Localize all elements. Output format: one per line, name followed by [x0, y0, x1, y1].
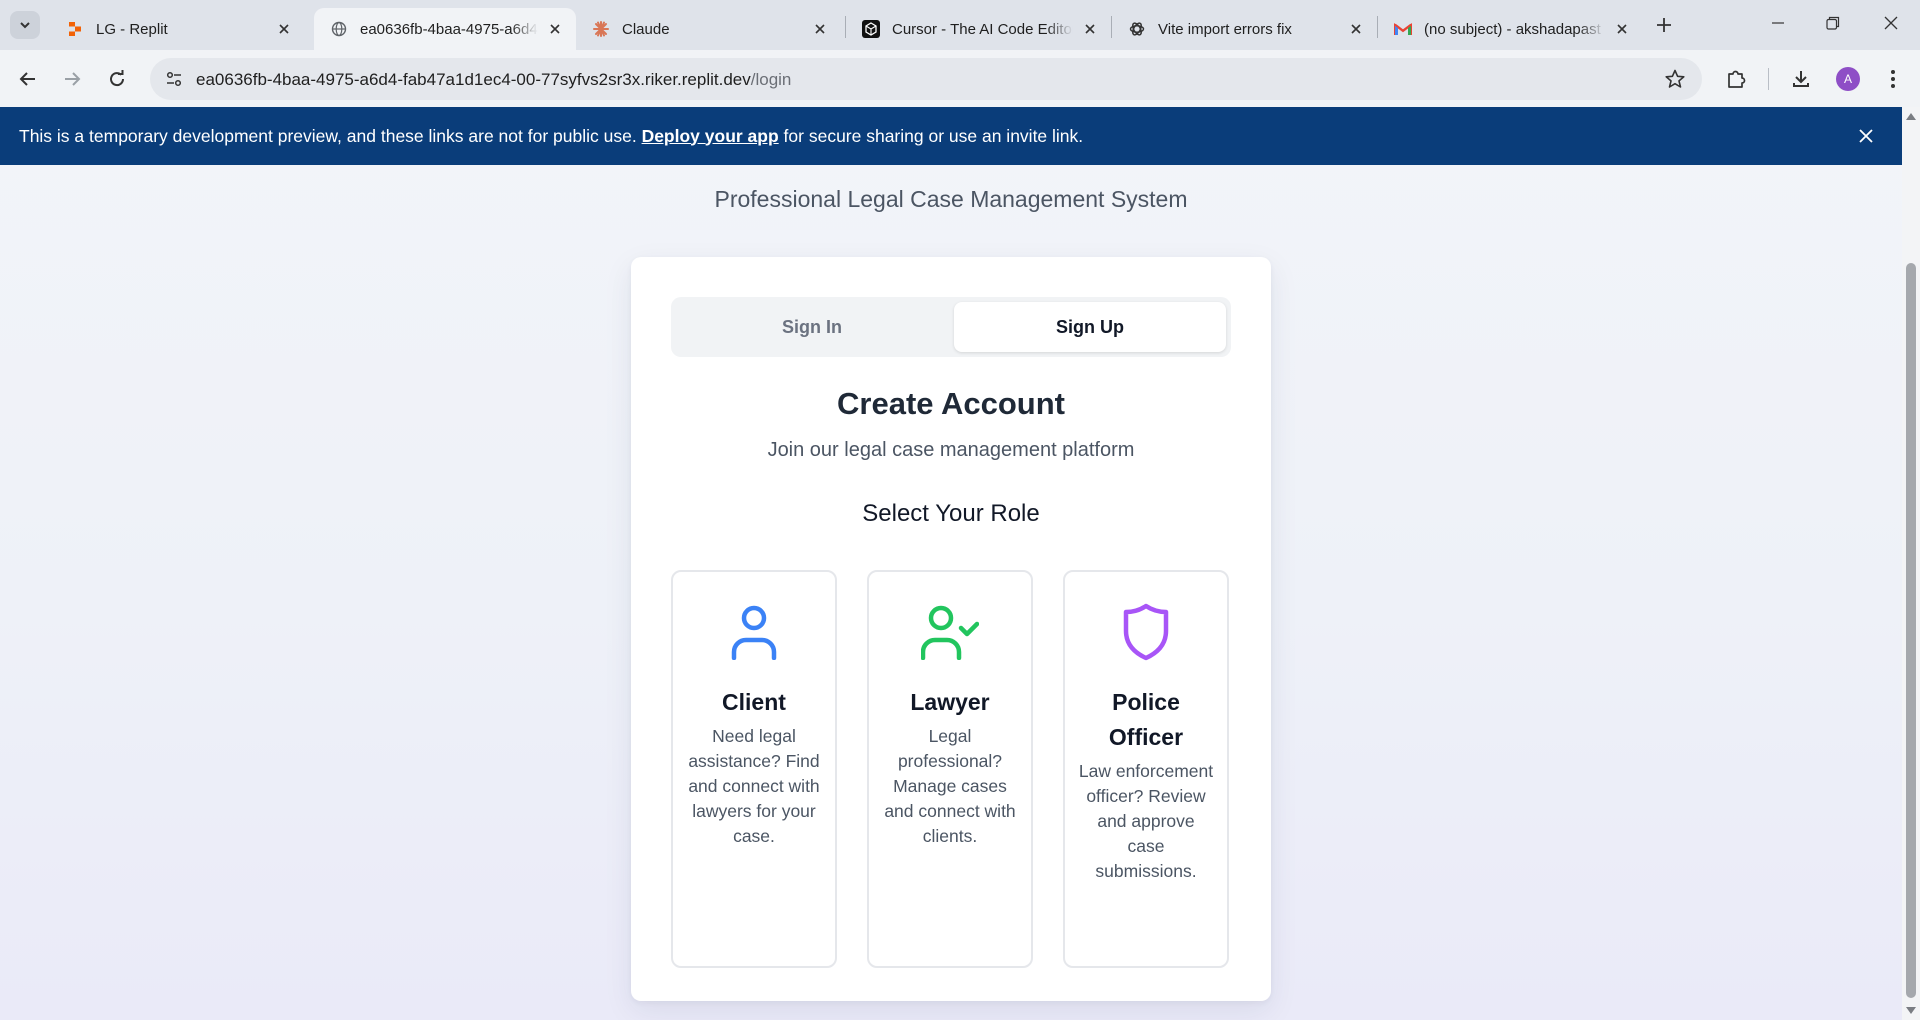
new-tab-button[interactable] — [1651, 12, 1677, 38]
tab-sign-in[interactable]: Sign In — [676, 302, 948, 352]
tab-title: Vite import errors fix — [1158, 20, 1292, 38]
tab-title: Claude — [622, 20, 670, 38]
deploy-app-link[interactable]: Deploy your app — [642, 126, 779, 146]
role-description: Need legal assistance? Find and connect … — [688, 726, 820, 846]
site-settings-icon[interactable] — [160, 65, 188, 93]
browser-toolbar: ea0636fb-4baa-4975-a6d4-fab47a1d1ec4-00-… — [0, 50, 1920, 107]
minimize-button[interactable] — [1755, 0, 1801, 46]
tab-title: LG - Replit — [96, 20, 168, 38]
browser-tab-replit[interactable]: LG - Replit — [50, 8, 305, 50]
role-description: Law enforcement officer? Review and appr… — [1078, 761, 1214, 881]
user-check-icon — [869, 602, 1031, 662]
cursor-icon — [862, 20, 880, 38]
close-icon[interactable] — [1081, 20, 1099, 38]
url-host: ea0636fb-4baa-4975-a6d4-fab47a1d1ec4-00-… — [196, 70, 751, 89]
scroll-down-arrow-icon[interactable] — [1906, 1007, 1916, 1014]
app-subtitle: Professional Legal Case Management Syste… — [714, 186, 1188, 212]
user-icon — [673, 602, 835, 662]
address-bar[interactable]: ea0636fb-4baa-4975-a6d4-fab47a1d1ec4-00-… — [150, 58, 1702, 100]
tab-title: Cursor - The AI Code Editor — [892, 20, 1073, 38]
browser-tab-chatgpt[interactable]: Vite import errors fix — [1112, 8, 1377, 50]
banner-close-button[interactable] — [1856, 126, 1876, 146]
banner-text-after: for secure sharing or use an invite link… — [783, 125, 1084, 146]
forward-button[interactable] — [57, 64, 87, 94]
role-card-client[interactable]: Client Need legal assistance? Find and c… — [671, 570, 837, 968]
reload-button[interactable] — [102, 64, 132, 94]
url-path: /login — [750, 70, 792, 89]
create-account-subtitle: Join our legal case management platform — [767, 439, 1135, 461]
profile-avatar[interactable]: A — [1836, 67, 1860, 91]
minimize-icon — [1772, 22, 1784, 24]
auth-tabs: Sign In Sign Up — [671, 297, 1231, 357]
tab-title: ea0636fb-4baa-4975-a6d4 — [360, 20, 538, 38]
claude-icon — [592, 20, 610, 38]
browser-tabstrip: LG - Replit ea0636fb-4baa-4975-a6d4 Clau… — [0, 0, 1920, 50]
browser-tab-preview[interactable]: ea0636fb-4baa-4975-a6d4 — [314, 8, 576, 50]
window-close-button[interactable] — [1868, 0, 1914, 46]
page-viewport: This is a temporary development preview,… — [0, 107, 1902, 1020]
url-text: ea0636fb-4baa-4975-a6d4-fab47a1d1ec4-00-… — [196, 70, 791, 90]
close-icon — [1859, 129, 1873, 143]
close-icon — [1884, 16, 1898, 30]
openai-icon — [1128, 20, 1146, 38]
gmail-icon — [1394, 20, 1412, 38]
close-icon[interactable] — [811, 20, 829, 38]
page-scrollbar[interactable] — [1902, 107, 1920, 1020]
kebab-menu-icon — [1891, 70, 1895, 88]
download-icon — [1793, 71, 1809, 87]
reload-icon — [110, 70, 125, 87]
close-icon[interactable] — [1347, 20, 1365, 38]
browser-menu-button[interactable] — [1878, 64, 1908, 94]
arrow-right-icon — [65, 72, 81, 86]
banner-text: This is a temporary development preview,… — [19, 126, 1083, 147]
extensions-button[interactable] — [1721, 64, 1751, 94]
globe-icon — [330, 20, 348, 38]
role-description: Legal professional? Manage cases and con… — [884, 726, 1016, 846]
browser-tab-cursor[interactable]: Cursor - The AI Code Editor — [846, 8, 1111, 50]
tab-sign-up[interactable]: Sign Up — [954, 302, 1226, 352]
role-name: Police Officer — [1108, 689, 1184, 750]
plus-icon — [1657, 18, 1671, 32]
close-icon[interactable] — [546, 20, 564, 38]
role-heading: Select Your Role — [862, 500, 1040, 527]
back-button[interactable] — [13, 64, 43, 94]
restore-button[interactable] — [1810, 0, 1856, 46]
role-name: Client — [722, 689, 786, 715]
browser-tab-claude[interactable]: Claude — [576, 8, 841, 50]
browser-tab-gmail[interactable]: (no subject) - akshadapast — [1378, 8, 1643, 50]
create-account-title: Create Account — [837, 386, 1065, 421]
replit-icon — [66, 20, 84, 38]
role-card-police-officer[interactable]: Police Officer Law enforcement officer? … — [1063, 570, 1229, 968]
bookmark-star-icon[interactable] — [1664, 68, 1686, 90]
downloads-button[interactable] — [1786, 64, 1816, 94]
shield-icon — [1065, 602, 1227, 662]
role-card-lawyer[interactable]: Lawyer Legal professional? Manage cases … — [867, 570, 1033, 968]
dev-preview-banner: This is a temporary development preview,… — [0, 107, 1902, 165]
puzzle-icon — [1728, 70, 1746, 88]
close-icon[interactable] — [1613, 20, 1631, 38]
auth-card: Sign In Sign Up Create Account Join our … — [631, 257, 1271, 1001]
scroll-up-arrow-icon[interactable] — [1906, 113, 1916, 120]
toolbar-divider — [1768, 68, 1769, 90]
tab-search-button[interactable] — [10, 11, 40, 39]
chevron-down-icon — [20, 22, 30, 29]
restore-icon — [1826, 16, 1840, 30]
tab-title: (no subject) - akshadapast — [1424, 20, 1601, 38]
role-name: Lawyer — [910, 689, 990, 715]
scroll-thumb[interactable] — [1906, 263, 1916, 998]
arrow-left-icon — [19, 72, 35, 86]
close-icon[interactable] — [275, 20, 293, 38]
banner-text-before: This is a temporary development preview,… — [19, 125, 637, 146]
